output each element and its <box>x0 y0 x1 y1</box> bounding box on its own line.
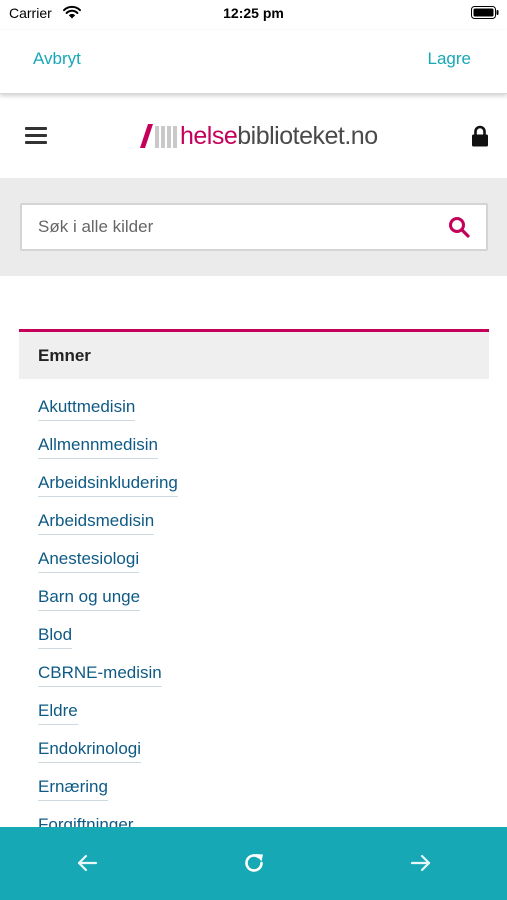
topic-link-anestesiologi[interactable]: Anestesiologi <box>38 549 140 573</box>
topic-link-endokrinologi[interactable]: Endokrinologi <box>38 739 142 763</box>
search-section <box>0 178 507 276</box>
list-item: Akuttmedisin <box>38 397 489 435</box>
list-item: Arbeidsmedisin <box>38 511 489 549</box>
list-item: Ernæring <box>38 777 489 815</box>
topic-link-allmennmedisin[interactable]: Allmennmedisin <box>38 435 158 459</box>
topic-link-cbrne-medisin[interactable]: CBRNE-medisin <box>38 663 162 687</box>
topic-link-barn-og-unge[interactable]: Barn og unge <box>38 587 141 611</box>
battery-icon <box>471 6 499 19</box>
topic-link-eldre[interactable]: Eldre <box>38 701 78 725</box>
topic-list: Akuttmedisin Allmennmedisin Arbeidsinklu… <box>19 379 489 827</box>
list-item: Endokrinologi <box>38 739 489 777</box>
list-item: CBRNE-medisin <box>38 663 489 701</box>
logo-text-highlight: helse <box>180 121 238 150</box>
clock: 12:25 pm <box>223 5 284 21</box>
hamburger-icon[interactable] <box>25 127 47 145</box>
topic-link-forgiftninger[interactable]: Forgiftninger <box>38 815 133 827</box>
topic-link-blod[interactable]: Blod <box>38 625 73 649</box>
save-button[interactable]: Lagre <box>428 49 471 69</box>
list-item: Barn og unge <box>38 587 489 625</box>
arrow-left-icon[interactable] <box>75 851 99 875</box>
search-icon[interactable] <box>448 216 470 238</box>
topics-title: Emner <box>38 346 91 365</box>
logo-text: helsebiblioteket.no <box>180 122 378 151</box>
site-header: helsebiblioteket.no <box>0 95 507 178</box>
web-view: helsebiblioteket.no Emner Akuttmedisin A… <box>0 95 507 827</box>
logo-text-rest: biblioteket.no <box>237 121 378 150</box>
list-item: Anestesiologi <box>38 549 489 587</box>
list-item: Blod <box>38 625 489 663</box>
search-input[interactable] <box>38 205 438 249</box>
list-item: Forgiftninger <box>38 815 489 827</box>
list-item: Eldre <box>38 701 489 739</box>
arrow-right-icon[interactable] <box>409 851 433 875</box>
search-box <box>20 203 488 251</box>
list-item: Arbeidsinkludering <box>38 473 489 511</box>
topic-link-arbeidsinkludering[interactable]: Arbeidsinkludering <box>38 473 178 497</box>
topic-link-ernaering[interactable]: Ernæring <box>38 777 108 801</box>
site-logo[interactable]: helsebiblioteket.no <box>140 119 378 153</box>
navigation-bar: Avbryt Lagre <box>0 30 507 94</box>
topic-link-arbeidsmedisin[interactable]: Arbeidsmedisin <box>38 511 155 535</box>
list-item: Allmennmedisin <box>38 435 489 473</box>
topics-header: Emner <box>19 329 489 379</box>
topic-link-akuttmedisin[interactable]: Akuttmedisin <box>38 397 136 421</box>
browser-toolbar <box>0 827 507 900</box>
lock-icon[interactable] <box>471 125 489 147</box>
topics-section: Emner Akuttmedisin Allmennmedisin Arbeid… <box>19 329 489 827</box>
status-bar: Carrier 12:25 pm <box>0 0 507 30</box>
logo-mark-icon <box>140 124 177 148</box>
reload-icon[interactable] <box>242 851 266 875</box>
cancel-button[interactable]: Avbryt <box>33 49 81 69</box>
